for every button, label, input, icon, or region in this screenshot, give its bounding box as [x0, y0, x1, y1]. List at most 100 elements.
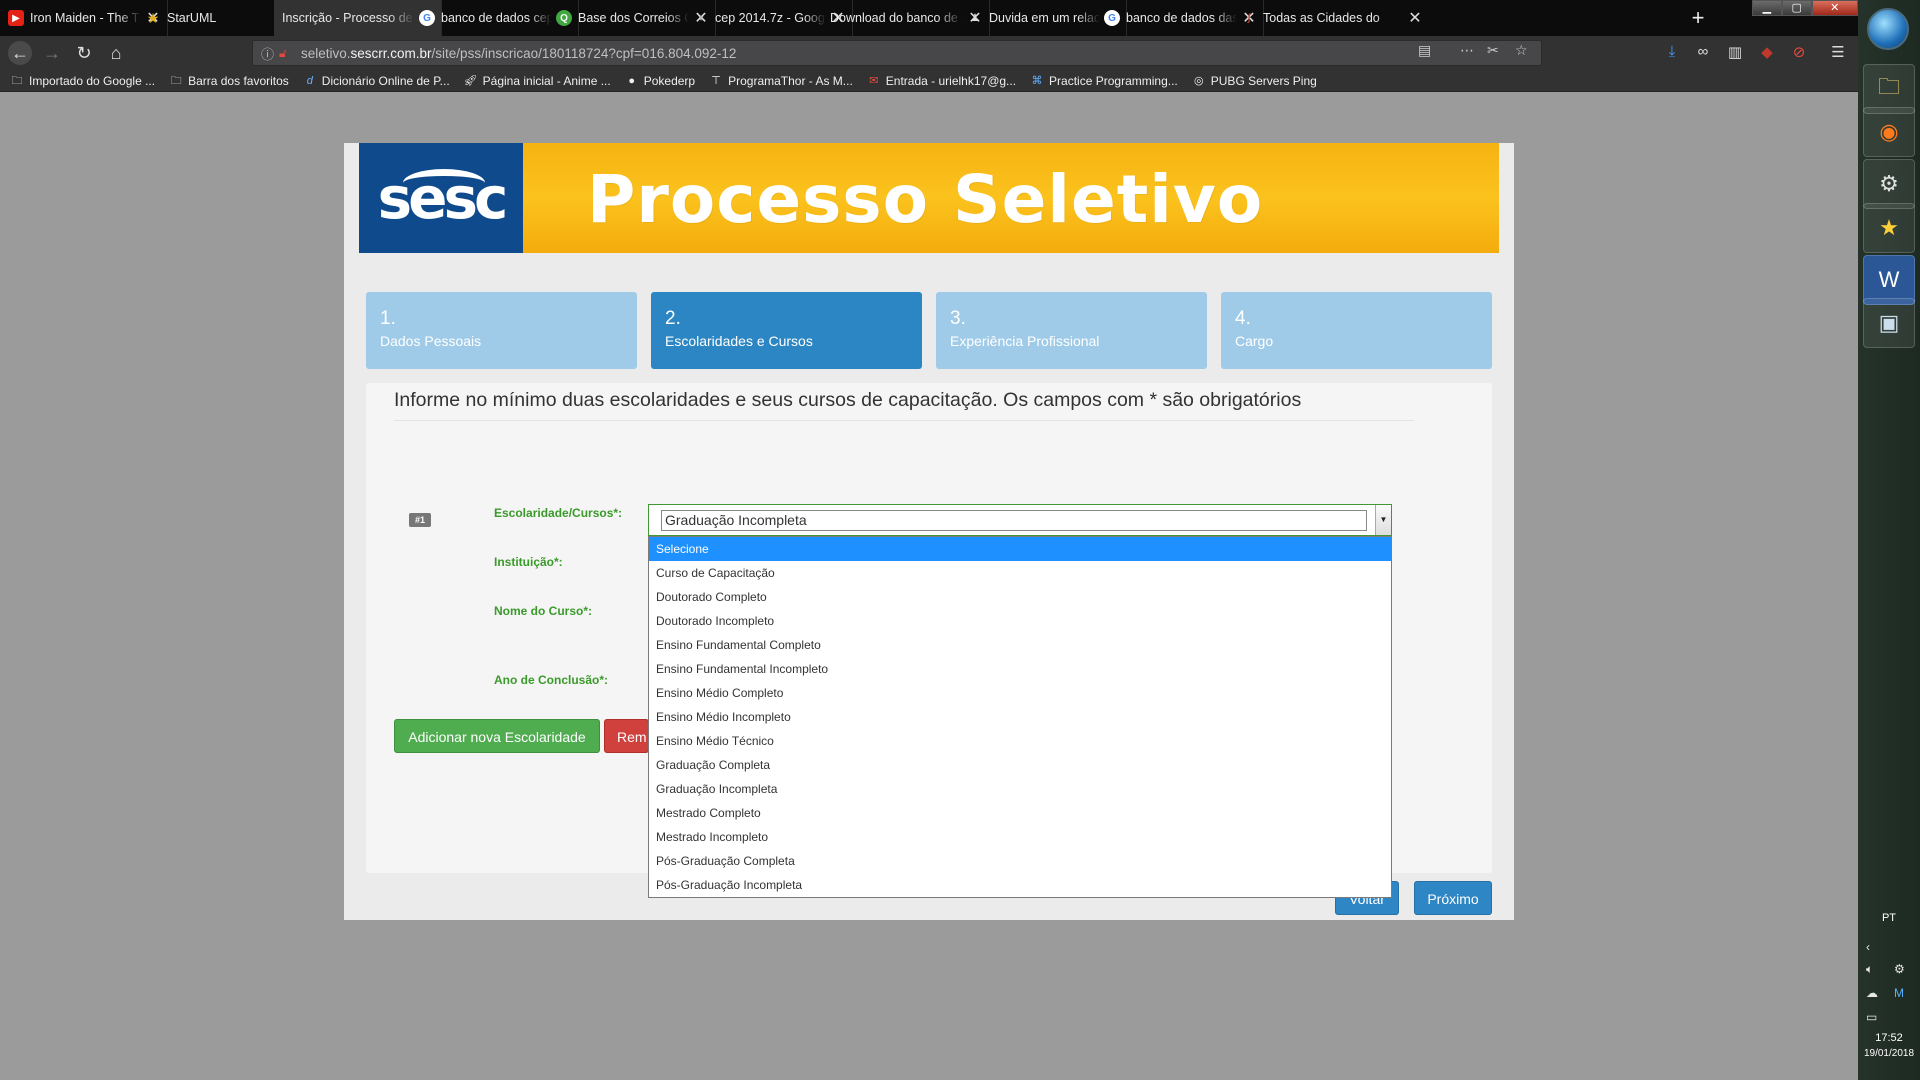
- remove-escolaridade-button[interactable]: Rem: [604, 719, 649, 753]
- browser-window: ▶ Iron Maiden - The T ✕ ★ StarUML ✕ Insc…: [0, 0, 1858, 1080]
- escolaridade-dropdown-list: Selecione Curso de Capacitação Doutorado…: [648, 536, 1392, 898]
- dropdown-option[interactable]: Doutorado Completo: [649, 585, 1391, 609]
- network-icon[interactable]: ▭: [1866, 1010, 1877, 1024]
- mail-tray-icon[interactable]: M: [1894, 986, 1904, 1000]
- bookmarks-bar: 🗀︎ Importado do Google ... 🗀︎ Barra dos fa…: [0, 70, 1858, 92]
- dropdown-option[interactable]: Ensino Médio Completo: [649, 681, 1391, 705]
- dropdown-option[interactable]: Doutorado Incompleto: [649, 609, 1391, 633]
- folder-icon: 🗀︎: [170, 74, 182, 87]
- clock-date[interactable]: 19/01/2018: [1858, 1048, 1920, 1059]
- bookmark-item[interactable]: d Dicionário Online de P...: [303, 74, 450, 88]
- nome-curso-label: Nome do Curso*:: [494, 604, 593, 618]
- starred-app-icon[interactable]: ★: [1863, 203, 1915, 253]
- start-button[interactable]: [1867, 8, 1909, 50]
- screenshot-icon[interactable]: ✂: [1487, 42, 1499, 59]
- mask-icon[interactable]: ∞: [1693, 43, 1713, 60]
- header-banner: sesc Processo Seletivo: [359, 143, 1499, 253]
- dropdown-option[interactable]: Graduação Incompleta: [649, 777, 1391, 801]
- dropdown-option[interactable]: Pós-Graduação Incompleta: [649, 873, 1391, 897]
- forward-icon[interactable]: →: [40, 41, 64, 65]
- home-icon[interactable]: ⌂: [104, 41, 128, 65]
- bookmark-item[interactable]: ◎ PUBG Servers Ping: [1192, 74, 1317, 88]
- dropdown-option[interactable]: Mestrado Completo: [649, 801, 1391, 825]
- code-icon: ⌘: [1031, 74, 1043, 87]
- steam-tray-icon[interactable]: ⚙: [1894, 962, 1905, 976]
- close-icon[interactable]: ✕: [1407, 8, 1423, 28]
- dropdown-option[interactable]: Ensino Médio Técnico: [649, 729, 1391, 753]
- address-bar[interactable]: ⓘ 🔓︎ seletivo.sescrr.com.br/site/pss/ins…: [252, 40, 1542, 66]
- dropdown-option[interactable]: Ensino Fundamental Completo: [649, 633, 1391, 657]
- dropdown-option[interactable]: Ensino Fundamental Incompleto: [649, 657, 1391, 681]
- next-button[interactable]: Próximo: [1414, 881, 1492, 915]
- globe-icon: ◎: [1193, 74, 1204, 87]
- search-icon: Q: [556, 10, 572, 26]
- people-icon: ♟: [970, 12, 980, 24]
- nav-bar: ← → ↻ ⌂ ⓘ 🔓︎ seletivo.sescrr.com.br/site…: [0, 36, 1858, 70]
- page-actions-icon[interactable]: ⋯: [1460, 42, 1474, 59]
- clock-time[interactable]: 17:52: [1858, 1032, 1920, 1044]
- steam-icon[interactable]: ⚙: [1863, 159, 1915, 209]
- brand-icon: ʃ: [1247, 12, 1251, 24]
- dropdown-option[interactable]: Selecione: [649, 537, 1391, 561]
- step-escolaridades[interactable]: 2. Escolaridades e Cursos: [651, 292, 922, 369]
- escolaridade-select[interactable]: Graduação Incompleta ▼: [648, 504, 1392, 536]
- logo-arc-decoration: [403, 169, 485, 197]
- dropdown-option[interactable]: Graduação Completa: [649, 753, 1391, 777]
- downloads-icon[interactable]: ⤓: [1662, 43, 1682, 60]
- pokeball-icon: ●: [628, 74, 636, 87]
- bookmark-item[interactable]: ⊤ ProgramaThor - As M...: [709, 74, 853, 88]
- info-icon[interactable]: ⓘ: [261, 44, 279, 63]
- insecure-lock-icon[interactable]: 🔓︎: [279, 46, 295, 60]
- dictionary-icon: d: [306, 74, 313, 87]
- volume-icon[interactable]: 🔈︎: [1866, 962, 1873, 977]
- show-hidden-icons[interactable]: ‹: [1866, 940, 1870, 954]
- window-controls: ▁ ▢ ✕: [1752, 0, 1858, 18]
- hammer-icon: ⊤: [711, 74, 721, 87]
- language-indicator[interactable]: PT: [1858, 912, 1920, 924]
- url-text[interactable]: seletivo.sescrr.com.br/site/pss/inscrica…: [301, 46, 1541, 61]
- dropdown-option[interactable]: Ensino Médio Incompleto: [649, 705, 1391, 729]
- chevron-down-icon[interactable]: ▼: [1375, 505, 1391, 535]
- bookmark-star-icon[interactable]: ☆: [1515, 42, 1528, 59]
- windows-taskbar: 🗀︎ ◉ ⚙ ★ W ▣ PT ‹ 🔈︎ ⚙ ☁ M ▭ 17:52 19/01…: [1858, 0, 1920, 1080]
- dropdown-option[interactable]: Pós-Graduação Completa: [649, 849, 1391, 873]
- remote-desktop-icon[interactable]: ▣: [1863, 298, 1915, 348]
- ublock-icon[interactable]: ◆: [1757, 43, 1777, 61]
- cloud-icon[interactable]: ☁: [1866, 986, 1878, 1000]
- menu-icon[interactable]: ☰: [1828, 43, 1848, 61]
- reader-view-icon[interactable]: ▤: [1418, 42, 1431, 59]
- dropdown-option[interactable]: Curso de Capacitação: [649, 561, 1391, 585]
- bookmark-item[interactable]: 🗀︎ Barra dos favoritos: [169, 74, 289, 88]
- page-title: Processo Seletivo: [587, 161, 1264, 238]
- bookmark-item[interactable]: 🚀︎ Página inicial - Anime ...: [464, 74, 611, 88]
- blocker-icon[interactable]: ⊘: [1789, 43, 1809, 61]
- new-tab-button[interactable]: +: [1684, 4, 1712, 32]
- google-icon: G: [1104, 10, 1120, 26]
- tab-10[interactable]: ʃ Todas as Cidades do ✕: [1233, 0, 1683, 36]
- bookmark-item[interactable]: ⌘ Practice Programming...: [1030, 74, 1178, 88]
- firefox-icon[interactable]: ◉: [1863, 107, 1915, 157]
- step-dados-pessoais[interactable]: 1. Dados Pessoais: [366, 292, 637, 369]
- maximize-button[interactable]: ▢: [1781, 0, 1812, 16]
- bookmark-item[interactable]: ● Pokederp: [625, 74, 695, 88]
- download-icon: ▾: [698, 12, 704, 24]
- folder-icon: 🗀︎: [11, 74, 23, 87]
- tab-bar: ▶ Iron Maiden - The T ✕ ★ StarUML ✕ Insc…: [0, 0, 1858, 36]
- reload-icon[interactable]: ↻: [72, 41, 96, 65]
- close-window-button[interactable]: ✕: [1811, 0, 1858, 16]
- ano-conclusao-label: Ano de Conclusão*:: [494, 673, 609, 687]
- bookmark-item[interactable]: 🗀︎ Importado do Google ...: [10, 74, 156, 88]
- form-instructions: Informe no mínimo duas escolaridades e s…: [394, 389, 1414, 421]
- rocket-icon: 🚀︎: [463, 74, 478, 87]
- sidebar-icon[interactable]: ▥: [1725, 43, 1745, 61]
- sesc-logo[interactable]: sesc: [359, 143, 523, 253]
- step-cargo[interactable]: 4. Cargo: [1221, 292, 1492, 369]
- mail-icon: ✉: [869, 74, 879, 87]
- bookmark-item[interactable]: ✉ Entrada - urielhk17@g...: [867, 74, 1016, 88]
- youtube-icon: ▶: [8, 10, 24, 26]
- minimize-button[interactable]: ▁: [1752, 0, 1782, 16]
- step-experiencia[interactable]: 3. Experiência Profissional: [936, 292, 1207, 369]
- back-icon[interactable]: ←: [8, 41, 32, 65]
- dropdown-option[interactable]: Mestrado Incompleto: [649, 825, 1391, 849]
- add-escolaridade-button[interactable]: Adicionar nova Escolaridade: [394, 719, 600, 753]
